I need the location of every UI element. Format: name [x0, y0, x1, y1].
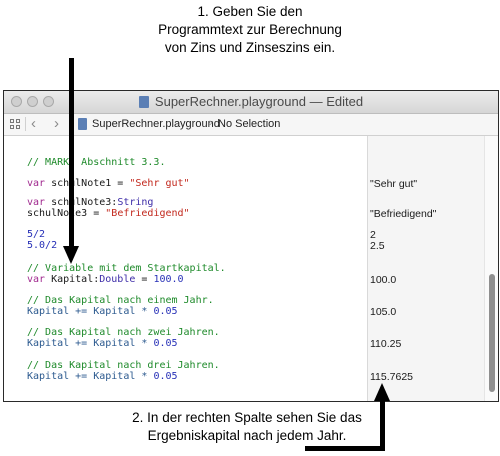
result-value: 2.5	[370, 240, 385, 252]
code-line[interactable]: // Das Kapital nach zwei Jahren.	[27, 327, 220, 338]
forward-arrow-icon[interactable]: ›	[54, 115, 59, 132]
code-comment: // Das Kapital nach einem Jahr.	[27, 295, 214, 306]
result-value: 100.0	[370, 274, 397, 286]
scrollbar-thumb[interactable]	[489, 274, 495, 392]
code-line[interactable]: Kapital += Kapital * 0.05	[27, 371, 178, 382]
code-identifier: schulNote3:	[45, 197, 118, 208]
code-line[interactable]: // Das Kapital nach einem Jahr.	[27, 295, 214, 306]
code-type: Double	[99, 274, 136, 285]
back-arrow-icon[interactable]: ‹	[31, 115, 36, 132]
code-line[interactable]: // MARK: Abschnitt 3.3.	[27, 157, 165, 168]
code-comment: // Das Kapital nach zwei Jahren.	[27, 327, 220, 338]
code-line[interactable]: // Variable mit dem Startkapital.	[27, 263, 226, 274]
code-line[interactable]: 5.0/2	[27, 240, 57, 251]
jump-bar: ‹ › SuperRechner.playground › No Selecti…	[4, 114, 498, 136]
code-keyword: var	[27, 178, 46, 189]
code-string: "Sehr gut"	[129, 178, 190, 189]
callout-arrow-down	[69, 58, 74, 248]
code-identifier: Kapital += Kapital *	[27, 338, 154, 349]
window-title: SuperRechner.playground — Edited	[4, 94, 498, 109]
code-number: 100.0	[153, 274, 184, 285]
code-type: String	[117, 197, 154, 208]
result-value: 115.7625	[370, 371, 414, 383]
result-value: 110.25	[370, 338, 402, 350]
code-line[interactable]: var schulNote3:String	[27, 197, 153, 208]
jumpbar-file-item[interactable]: SuperRechner.playground	[92, 118, 220, 130]
callout-1-line-2: Programmtext zur Berechnung	[158, 22, 342, 37]
code-identifier: schulNote1 =	[45, 178, 130, 189]
callout-1-line-3: von Zins und Zinseszins ein.	[164, 40, 336, 55]
code-number: 0.05	[153, 371, 178, 382]
code-comment: // Das Kapital nach drei Jahren.	[27, 360, 220, 371]
code-line[interactable]: 5/2	[27, 229, 45, 240]
result-value: "Sehr gut"	[370, 178, 418, 190]
code-string: "Befriedigend"	[105, 208, 190, 219]
code-number: 0.05	[153, 306, 178, 317]
code-comment: // Variable mit dem Startkapital.	[27, 263, 226, 274]
result-value: "Befriedigend"	[370, 208, 437, 220]
code-line[interactable]: Kapital += Kapital * 0.05	[27, 338, 178, 349]
result-value: 105.0	[370, 306, 397, 318]
window-title-text: SuperRechner.playground — Edited	[154, 94, 364, 109]
code-line[interactable]: schulNote3 = "Befriedigend"	[27, 208, 190, 219]
results-sidebar	[368, 136, 484, 401]
code-line[interactable]: var schulNote1 = "Sehr gut"	[27, 178, 190, 189]
instruction-callout-1: 1. Geben Sie den Programmtext zur Berech…	[0, 3, 500, 57]
arrowhead-up-icon	[374, 383, 390, 401]
instruction-callout-2: 2. In der rechten Spalte sehen Sie das E…	[12, 409, 482, 445]
title-bar: SuperRechner.playground — Edited	[4, 91, 498, 114]
callout-2-line-1: 2. In der rechten Spalte sehen Sie das	[132, 410, 362, 425]
code-line[interactable]: Kapital += Kapital * 0.05	[27, 306, 178, 317]
playground-file-icon	[138, 96, 149, 108]
code-comment: // MARK: Abschnitt 3.3.	[27, 157, 166, 168]
related-items-grid-icon[interactable]	[10, 119, 21, 130]
code-number: 0.05	[153, 338, 178, 349]
arrowhead-down-icon	[63, 246, 79, 264]
code-keyword: var	[27, 274, 46, 285]
code-identifier: Kapital += Kapital *	[27, 371, 154, 382]
chevron-right-icon: ›	[209, 117, 213, 129]
code-keyword: var	[27, 197, 46, 208]
code-identifier: schulNote3 =	[27, 208, 106, 219]
jumpbar-selection-item[interactable]: No Selection	[218, 118, 280, 130]
jumpbar-divider	[25, 117, 26, 131]
code-identifier: Kapital += Kapital *	[27, 306, 154, 317]
callout-arrow-horizontal	[305, 446, 385, 451]
callout-2-line-2: Ergebniskapital nach jedem Jahr.	[147, 428, 347, 443]
code-identifier: Kapital:	[45, 274, 100, 285]
code-line[interactable]: var Kapital:Double = 100.0	[27, 274, 184, 285]
callout-1-line-1: 1. Geben Sie den	[197, 4, 303, 19]
code-line[interactable]: // Das Kapital nach drei Jahren.	[27, 360, 220, 371]
playground-file-icon	[78, 118, 87, 130]
code-operator: =	[135, 274, 154, 285]
